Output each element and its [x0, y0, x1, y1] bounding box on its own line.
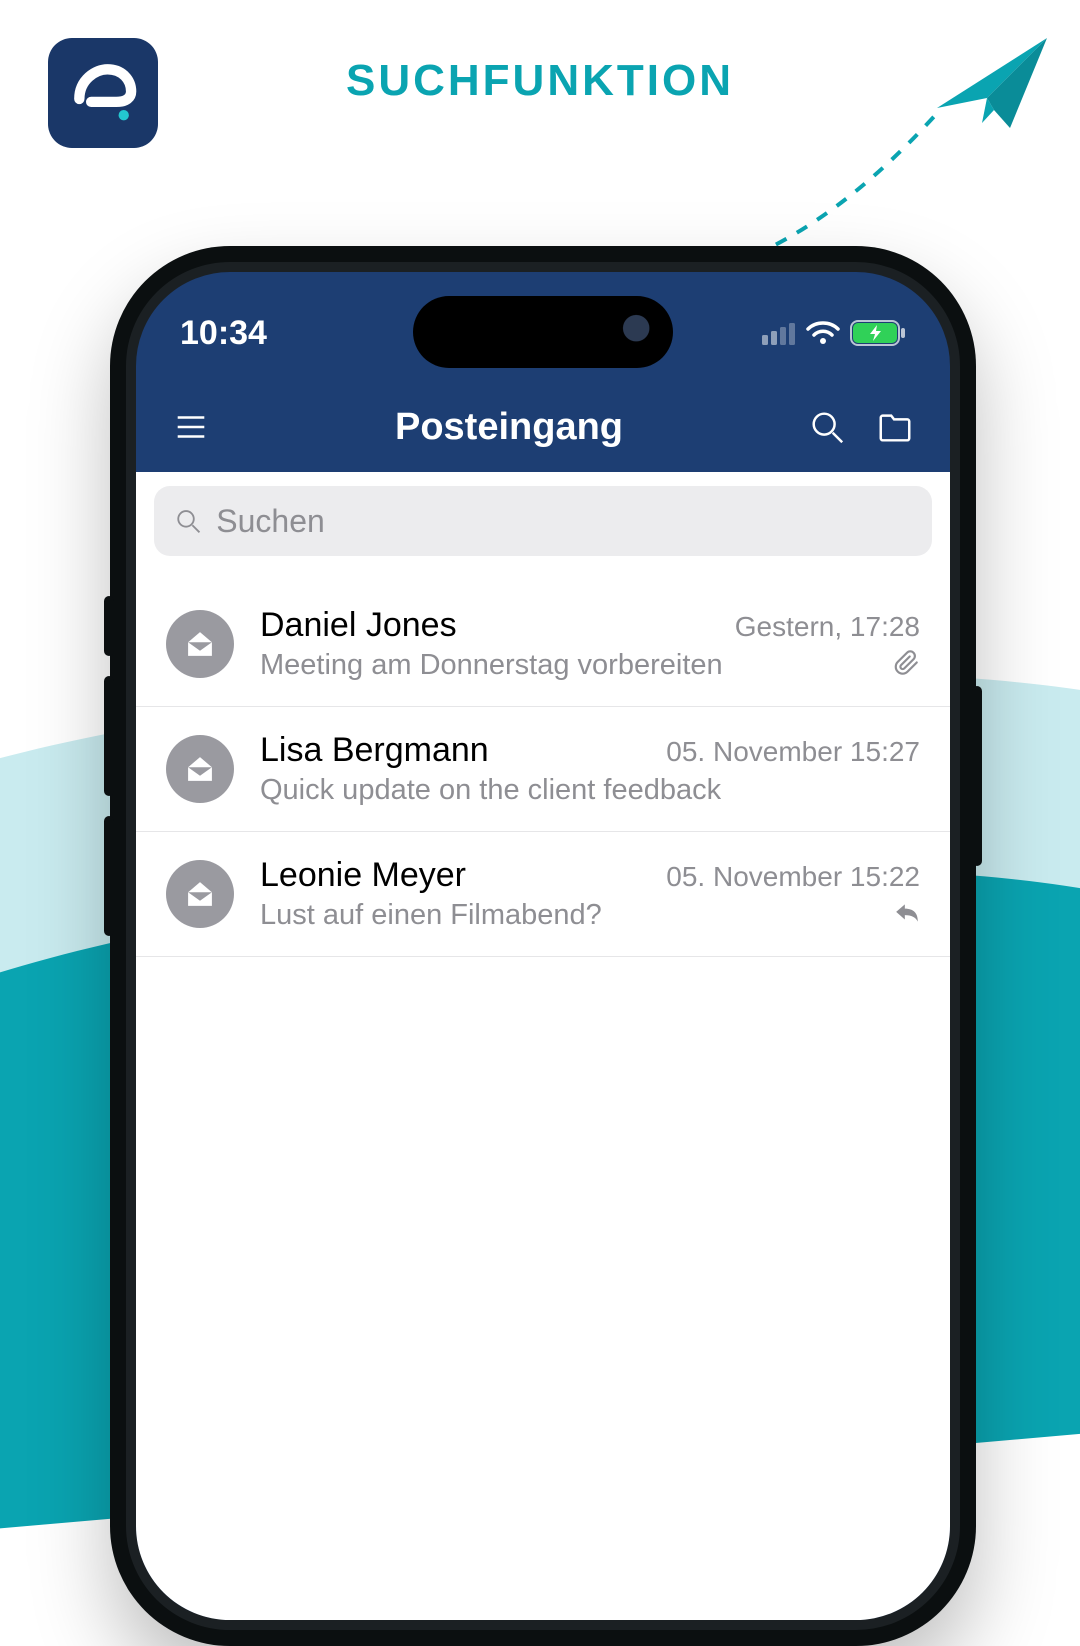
- open-envelope-icon: [183, 627, 217, 661]
- mail-subject: Lust auf einen Filmabend?: [260, 899, 602, 932]
- mail-row[interactable]: Leonie Meyer 05. November 15:22 Lust auf…: [136, 832, 950, 957]
- screen-title: Posteingang: [212, 406, 806, 449]
- mail-row[interactable]: Daniel Jones Gestern, 17:28 Meeting am D…: [136, 582, 950, 707]
- mail-subject: Meeting am Donnerstag vorbereiten: [260, 649, 723, 682]
- open-envelope-icon: [183, 877, 217, 911]
- app-navbar: Posteingang: [136, 382, 950, 472]
- reply-icon: [894, 900, 920, 931]
- mail-avatar: [166, 610, 234, 678]
- mail-time: 05. November 15:22: [666, 861, 920, 893]
- mail-time: Gestern, 17:28: [735, 611, 920, 643]
- paper-plane-icon: [932, 28, 1052, 148]
- mail-sender: Daniel Jones: [260, 606, 457, 645]
- phone-volume-down-button: [104, 816, 114, 936]
- phone-side-button: [104, 596, 114, 656]
- search-button[interactable]: [806, 406, 848, 448]
- phone-screen: 10:34: [126, 262, 960, 1630]
- mail-time: 05. November 15:27: [666, 736, 920, 768]
- mail-list: Daniel Jones Gestern, 17:28 Meeting am D…: [136, 570, 950, 957]
- attachment-icon: [894, 650, 920, 681]
- search-input[interactable]: [216, 503, 912, 540]
- hamburger-menu-button[interactable]: [170, 406, 212, 448]
- status-bar: 10:34: [136, 306, 950, 360]
- folder-button[interactable]: [874, 406, 916, 448]
- page-title: SUCHFUNKTION: [0, 56, 1080, 106]
- phone-mockup: 10:34: [110, 246, 976, 1646]
- search-icon: [808, 408, 846, 446]
- phone-power-button: [972, 686, 982, 866]
- mail-subject: Quick update on the client feedback: [260, 774, 721, 807]
- hamburger-icon: [172, 408, 210, 446]
- cellular-icon: [762, 321, 796, 345]
- battery-charging-icon: [850, 320, 906, 346]
- mail-sender: Leonie Meyer: [260, 856, 466, 895]
- wifi-icon: [806, 321, 840, 345]
- search-icon: [174, 506, 202, 536]
- mail-avatar: [166, 735, 234, 803]
- mail-avatar: [166, 860, 234, 928]
- mail-row[interactable]: Lisa Bergmann 05. November 15:27 Quick u…: [136, 707, 950, 832]
- open-envelope-icon: [183, 752, 217, 786]
- phone-volume-up-button: [104, 676, 114, 796]
- mail-sender: Lisa Bergmann: [260, 731, 489, 770]
- search-field[interactable]: [154, 486, 932, 556]
- screen-body: Daniel Jones Gestern, 17:28 Meeting am D…: [136, 472, 950, 1620]
- status-time: 10:34: [180, 314, 267, 353]
- folder-icon: [876, 408, 914, 446]
